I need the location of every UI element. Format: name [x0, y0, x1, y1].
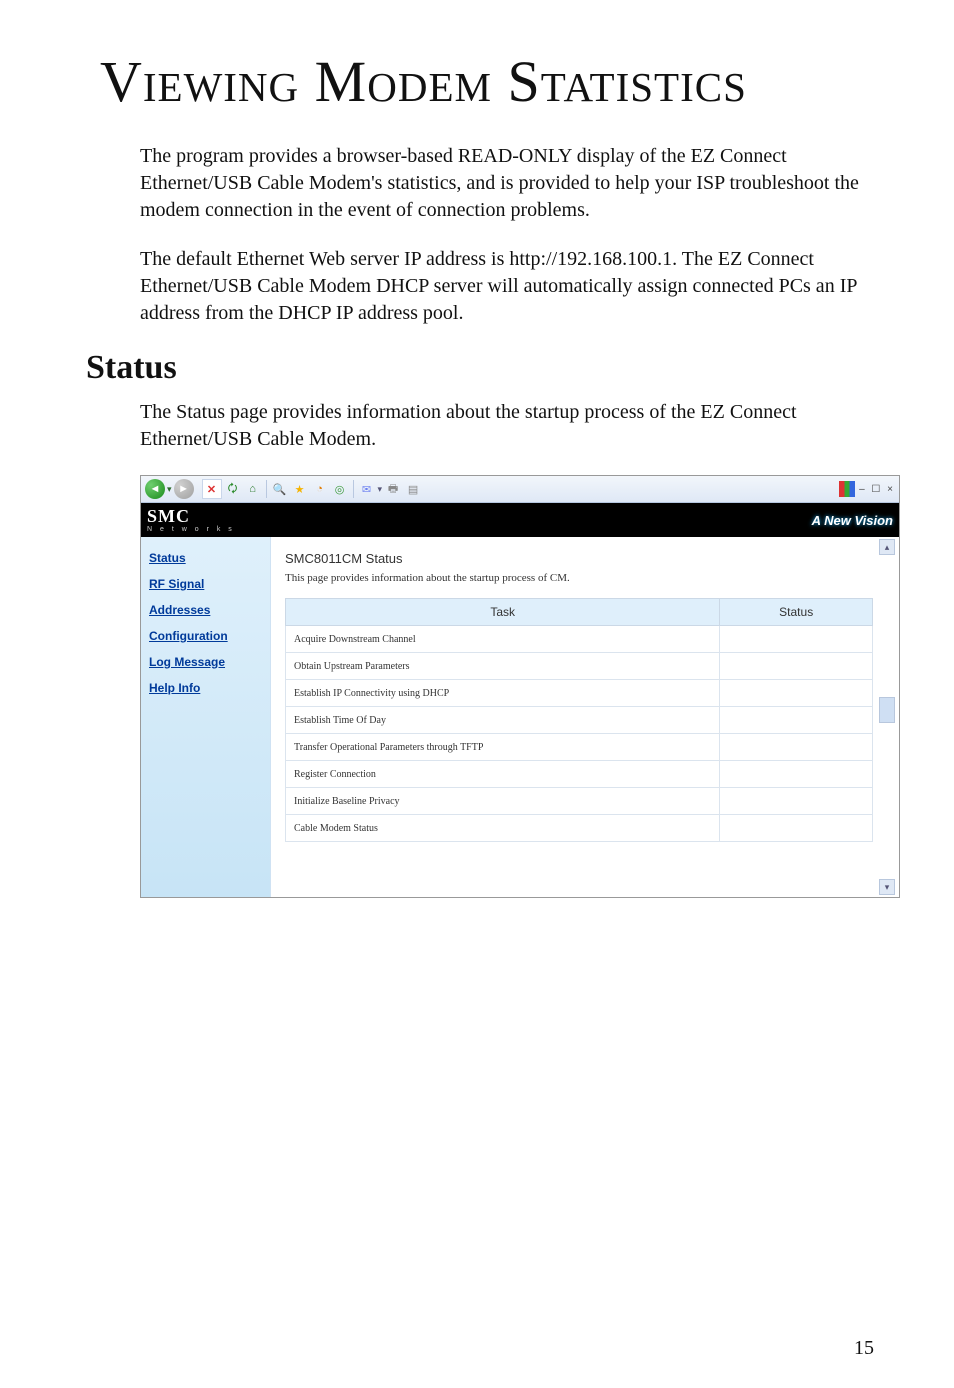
brand-header: SMC N e t w o r k s A New Vision — [141, 503, 899, 537]
sidebar-item-help-info[interactable]: Help Info — [149, 681, 262, 695]
status-cell — [720, 707, 873, 734]
task-cell: Obtain Upstream Parameters — [286, 653, 720, 680]
windows-flag-icon — [839, 481, 855, 497]
task-cell: Acquire Downstream Channel — [286, 626, 720, 653]
refresh-button[interactable]: 🗘 — [224, 480, 242, 498]
search-button[interactable]: 🔍 — [271, 480, 289, 498]
sidebar-item-status[interactable]: Status — [149, 551, 262, 565]
sidebar-item-configuration[interactable]: Configuration — [149, 629, 262, 643]
status-table: Task Status Acquire Downstream Channel O… — [285, 598, 873, 842]
task-cell: Establish IP Connectivity using DHCP — [286, 680, 720, 707]
sidebar-item-log-message[interactable]: Log Message — [149, 655, 262, 669]
section-intro: The Status page provides information abo… — [140, 399, 864, 453]
task-cell: Cable Modem Status — [286, 815, 720, 842]
table-row: Transfer Operational Parameters through … — [286, 734, 873, 761]
brand-subtext: N e t w o r k s — [147, 526, 235, 533]
task-cell: Register Connection — [286, 761, 720, 788]
table-row: Register Connection — [286, 761, 873, 788]
print-button[interactable]: 🖶 — [384, 480, 402, 498]
sidebar-nav: Status RF Signal Addresses Configuration… — [141, 537, 271, 897]
sidebar-item-addresses[interactable]: Addresses — [149, 603, 262, 617]
table-row: Initialize Baseline Privacy — [286, 788, 873, 815]
column-header-status: Status — [720, 599, 873, 626]
table-row: Cable Modem Status — [286, 815, 873, 842]
status-cell — [720, 761, 873, 788]
page-number: 15 — [854, 1337, 874, 1360]
task-cell: Establish Time Of Day — [286, 707, 720, 734]
content-heading: SMC8011CM Status — [285, 551, 885, 566]
intro-paragraph-1: The program provides a browser-based REA… — [140, 143, 864, 224]
brand-logo: SMC — [147, 507, 235, 525]
browser-window: ◄ ▾ ► ✕ 🗘 ⌂ 🔍 ★ ◔ ◎ ✉ ▾ 🖶 ▤ – ☐ × — [140, 475, 900, 898]
section-heading-status: Status — [80, 349, 874, 387]
status-cell — [720, 680, 873, 707]
scroll-up-button[interactable]: ▴ — [879, 539, 895, 555]
column-header-task: Task — [286, 599, 720, 626]
home-button[interactable]: ⌂ — [244, 480, 262, 498]
status-cell — [720, 734, 873, 761]
table-row: Establish IP Connectivity using DHCP — [286, 680, 873, 707]
scroll-down-button[interactable]: ▾ — [879, 879, 895, 895]
main-content: SMC8011CM Status This page provides info… — [271, 537, 899, 897]
page-title: Viewing Modem Statistics — [80, 48, 874, 115]
intro-paragraph-2: The default Ethernet Web server IP addre… — [140, 246, 864, 327]
scrollbar-thumb[interactable] — [879, 697, 895, 723]
status-cell — [720, 788, 873, 815]
browser-toolbar: ◄ ▾ ► ✕ 🗘 ⌂ 🔍 ★ ◔ ◎ ✉ ▾ 🖶 ▤ – ☐ × — [141, 476, 899, 503]
content-description: This page provides information about the… — [285, 572, 885, 584]
status-cell — [720, 815, 873, 842]
task-cell: Transfer Operational Parameters through … — [286, 734, 720, 761]
back-button[interactable]: ◄ — [145, 479, 165, 499]
favorites-button[interactable]: ★ — [291, 480, 309, 498]
status-cell — [720, 653, 873, 680]
sidebar-item-rf-signal[interactable]: RF Signal — [149, 577, 262, 591]
table-row: Acquire Downstream Channel — [286, 626, 873, 653]
brand-tagline: A New Vision — [812, 513, 893, 528]
table-row: Establish Time Of Day — [286, 707, 873, 734]
stop-button[interactable]: ✕ — [202, 479, 222, 499]
mail-button[interactable]: ✉ — [358, 480, 376, 498]
task-cell: Initialize Baseline Privacy — [286, 788, 720, 815]
table-row: Obtain Upstream Parameters — [286, 653, 873, 680]
history-button[interactable]: ◔ — [311, 480, 329, 498]
forward-button[interactable]: ► — [174, 479, 194, 499]
window-controls[interactable]: – ☐ × — [859, 484, 895, 495]
edit-button[interactable]: ▤ — [404, 480, 422, 498]
media-button[interactable]: ◎ — [331, 480, 349, 498]
status-cell — [720, 626, 873, 653]
